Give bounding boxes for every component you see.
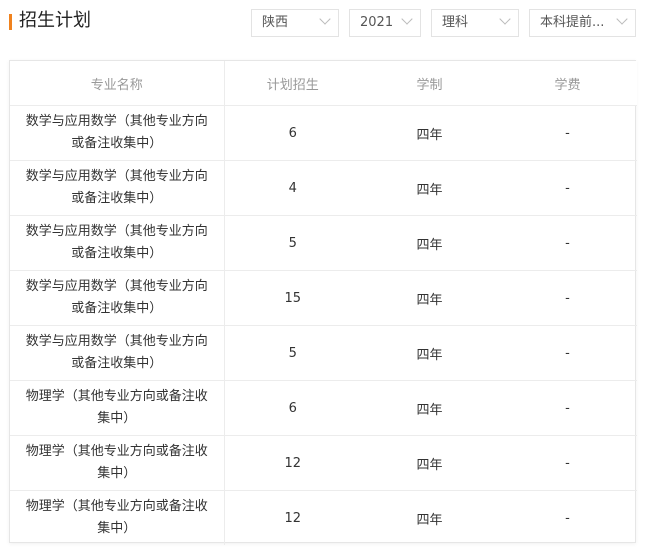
major-cell: 物理学（其他专业方向或备注收集中） <box>10 380 225 436</box>
tuition-cell: - <box>565 510 570 526</box>
chevron-down-icon <box>499 13 511 25</box>
chevron-down-icon <box>616 13 628 25</box>
tuition-cell: - <box>498 105 637 161</box>
table-row: 数学与应用数学（其他专业方向或备注收集中） 4 四年 - <box>10 160 637 216</box>
major-cell: 数学与应用数学（其他专业方向或备注收集中） <box>10 325 225 381</box>
column-header-duration: 学制 <box>361 61 498 106</box>
major-cell: 数学与应用数学（其他专业方向或备注收集中） <box>10 105 225 161</box>
major-cell: 数学与应用数学（其他专业方向或备注收集中） <box>10 270 225 326</box>
province-select[interactable]: 陕西 <box>251 9 339 37</box>
tuition-cell: - <box>498 435 637 491</box>
duration-cell: 四年 <box>361 160 498 216</box>
plan-count-cell: 4 <box>224 160 361 216</box>
batch-select[interactable]: 本科提前... <box>529 9 636 37</box>
chevron-down-icon <box>401 13 413 25</box>
province-select-value: 陕西 <box>262 15 289 30</box>
plan-count-cell: 6 <box>224 105 361 161</box>
column-header-major: 专业名称 <box>10 61 225 106</box>
chevron-down-icon <box>319 13 331 25</box>
table-row: 物理学（其他专业方向或备注收集中） 12 四年 - <box>10 435 637 491</box>
section-title: 招生计划 <box>19 10 91 31</box>
column-header-tuition: 学费 <box>498 61 637 106</box>
subject-select[interactable]: 理科 <box>431 9 519 37</box>
tuition-cell: - <box>498 270 637 326</box>
column-header-plan: 计划招生 <box>224 61 361 106</box>
duration-cell: 四年 <box>361 215 498 271</box>
table-header-row: 专业名称 计划招生 学制 学费 <box>10 61 637 106</box>
plan-count-cell: 12 <box>224 435 361 491</box>
plan-count-cell: 6 <box>224 380 361 436</box>
plan-table: 专业名称 计划招生 学制 学费 数学与应用数学（其他专业方向或备注收集中） 6 … <box>10 61 637 545</box>
table-row: 数学与应用数学（其他专业方向或备注收集中） 5 四年 - <box>10 215 637 271</box>
major-cell: 物理学（其他专业方向或备注收集中） <box>10 490 225 545</box>
duration-cell: 四年 <box>416 512 443 528</box>
tuition-cell: - <box>498 160 637 216</box>
duration-cell: 四年 <box>361 435 498 491</box>
duration-cell: 四年 <box>361 380 498 436</box>
subject-select-value: 理科 <box>442 15 469 30</box>
year-select[interactable]: 2021 <box>349 9 421 37</box>
plan-count-cell: 5 <box>224 215 361 271</box>
plan-count-cell: 12 <box>284 510 302 526</box>
section-header: 招生计划 陕西 2021 理科 本科提前... <box>0 0 645 46</box>
table-row: 数学与应用数学（其他专业方向或备注收集中） 15 四年 - <box>10 270 637 326</box>
tuition-cell: - <box>498 215 637 271</box>
table-row: 数学与应用数学（其他专业方向或备注收集中） 5 四年 - <box>10 325 637 381</box>
tuition-cell: - <box>498 380 637 436</box>
major-cell: 物理学（其他专业方向或备注收集中） <box>10 435 225 491</box>
table-row: 物理学（其他专业方向或备注收集中） 12 四年 - <box>10 490 637 545</box>
duration-cell: 四年 <box>361 325 498 381</box>
batch-select-value: 本科提前... <box>540 15 605 30</box>
title-accent-bar <box>9 14 12 30</box>
table-row: 数学与应用数学（其他专业方向或备注收集中） 6 四年 - <box>10 105 637 161</box>
major-cell: 数学与应用数学（其他专业方向或备注收集中） <box>10 160 225 216</box>
tuition-cell: - <box>498 325 637 381</box>
year-select-value: 2021 <box>360 15 394 30</box>
duration-cell: 四年 <box>361 105 498 161</box>
major-cell: 数学与应用数学（其他专业方向或备注收集中） <box>10 215 225 271</box>
duration-cell: 四年 <box>361 270 498 326</box>
plan-count-cell: 15 <box>224 270 361 326</box>
enrollment-plan-table: 专业名称 计划招生 学制 学费 数学与应用数学（其他专业方向或备注收集中） 6 … <box>9 60 637 545</box>
table-row: 物理学（其他专业方向或备注收集中） 6 四年 - <box>10 380 637 436</box>
plan-count-cell: 5 <box>224 325 361 381</box>
